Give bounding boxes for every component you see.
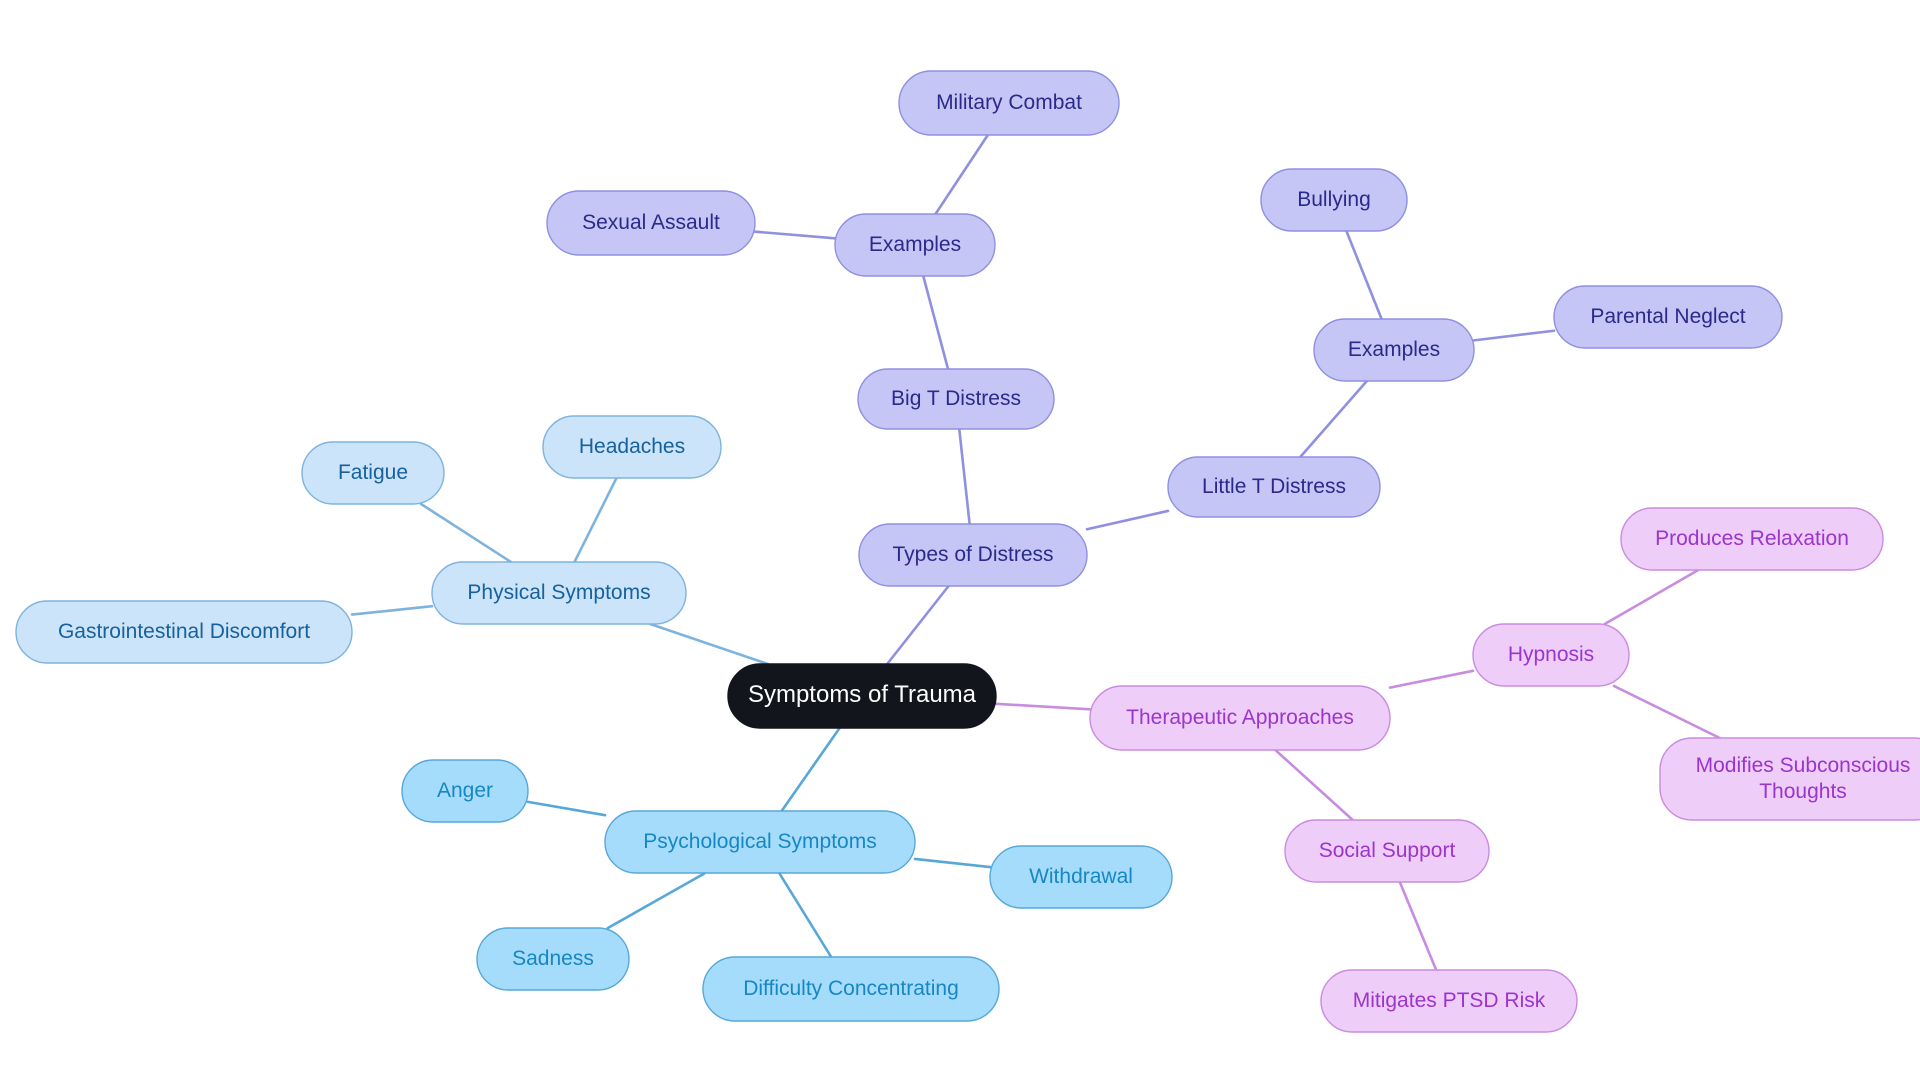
mindmap-edge [1388, 669, 1475, 689]
mindmap-diagram: Symptoms of Trauma Types of Distress Big T… [15, 70, 1920, 1033]
mindmap-edge [753, 230, 837, 240]
mindmap-edge [350, 604, 434, 616]
mindmap-edge [934, 133, 990, 216]
node-label: Psychological Symptoms [643, 830, 876, 853]
mindmap-node-fatigue[interactable]: Fatigue [301, 441, 445, 505]
mindmap-node-gastrointestinal_discomfort[interactable]: Gastrointestinal Discomfort [15, 600, 353, 664]
node-label: Anger [437, 779, 493, 802]
nodes-layer: Symptoms of Trauma Types of Distress Big T… [15, 70, 1920, 1033]
node-label: Sadness [512, 947, 594, 970]
node-label: Examples [1348, 338, 1440, 361]
mindmap-node-types_of_distress[interactable]: Types of Distress [858, 523, 1088, 587]
mindmap-node-root[interactable]: Symptoms of Trauma [727, 663, 997, 729]
node-label: Bullying [1297, 188, 1371, 211]
mindmap-node-physical_symptoms[interactable]: Physical Symptoms [431, 561, 687, 625]
mindmap-node-anger[interactable]: Anger [401, 759, 529, 823]
mindmap-edge [1345, 229, 1383, 321]
mindmap-node-little_t_distress[interactable]: Little T Distress [1167, 456, 1381, 518]
node-label: Social Support [1319, 839, 1456, 862]
mindmap-canvas: Symptoms of Trauma Types of Distress Big T… [0, 0, 1920, 1083]
node-label: Gastrointestinal Discomfort [58, 620, 310, 643]
node-label: Symptoms of Trauma [748, 681, 977, 708]
node-label: Mitigates PTSD Risk [1353, 989, 1546, 1012]
mindmap-node-examples_big_t[interactable]: Examples [834, 213, 996, 277]
mindmap-node-withdrawal[interactable]: Withdrawal [989, 845, 1173, 909]
mindmap-node-parental_neglect[interactable]: Parental Neglect [1553, 285, 1783, 349]
mindmap-edge [777, 871, 833, 959]
mindmap-node-examples_little_t[interactable]: Examples [1313, 318, 1475, 382]
mindmap-node-modifies_subconscious_thoughts[interactable]: Modifies Subconscious Thoughts [1659, 737, 1920, 821]
mindmap-node-sexual_assault[interactable]: Sexual Assault [546, 190, 756, 256]
mindmap-edge [1398, 880, 1438, 972]
mindmap-edge [1472, 329, 1556, 342]
mindmap-node-big_t_distress[interactable]: Big T Distress [857, 368, 1055, 430]
node-label: Parental Neglect [1590, 305, 1745, 328]
mindmap-edge [780, 726, 841, 813]
node-label: Sexual Assault [582, 211, 720, 234]
mindmap-node-social_support[interactable]: Social Support [1284, 819, 1490, 883]
mindmap-edge [526, 800, 607, 817]
node-label: Little T Distress [1202, 475, 1346, 498]
mindmap-node-headaches[interactable]: Headaches [542, 415, 722, 479]
mindmap-edge [1085, 509, 1170, 531]
mindmap-edge [419, 502, 513, 564]
mindmap-edge [885, 584, 950, 666]
mindmap-edge [648, 622, 770, 666]
node-label: Withdrawal [1029, 865, 1133, 888]
mindmap-node-military_combat[interactable]: Military Combat [898, 70, 1120, 136]
node-label: Types of Distress [892, 543, 1053, 566]
mindmap-edge [1274, 748, 1355, 822]
mindmap-edge [573, 476, 618, 564]
mindmap-node-produces_relaxation[interactable]: Produces Relaxation [1620, 507, 1884, 571]
node-label: Produces Relaxation [1655, 527, 1849, 550]
mindmap-node-hypnosis[interactable]: Hypnosis [1472, 623, 1630, 687]
mindmap-edge [921, 274, 950, 371]
mindmap-node-therapeutic_approaches[interactable]: Therapeutic Approaches [1089, 685, 1391, 751]
mindmap-node-difficulty_concentrating[interactable]: Difficulty Concentrating [702, 956, 1000, 1022]
node-label: Headaches [579, 435, 685, 458]
node-label: Difficulty Concentrating [743, 977, 959, 1000]
node-label: Physical Symptoms [467, 581, 650, 604]
node-label: Hypnosis [1508, 643, 1594, 666]
mindmap-node-mitigates_ptsd_risk[interactable]: Mitigates PTSD Risk [1320, 969, 1578, 1033]
mindmap-edge [1612, 684, 1721, 740]
node-label: Big T Distress [891, 387, 1021, 410]
mindmap-edge [994, 702, 1092, 711]
mindmap-edge [957, 427, 971, 526]
node-label: Examples [869, 233, 961, 256]
mindmap-node-bullying[interactable]: Bullying [1260, 168, 1408, 232]
node-label: Military Combat [936, 91, 1082, 114]
mindmap-edge [1603, 568, 1700, 626]
mindmap-edge [606, 871, 707, 930]
mindmap-node-sadness[interactable]: Sadness [476, 927, 630, 991]
node-label: Therapeutic Approaches [1126, 706, 1354, 729]
mindmap-edge [1298, 379, 1369, 459]
node-label: Fatigue [338, 461, 408, 484]
mindmap-node-psychological_symptoms[interactable]: Psychological Symptoms [604, 810, 916, 874]
mindmap-edge [913, 857, 992, 869]
